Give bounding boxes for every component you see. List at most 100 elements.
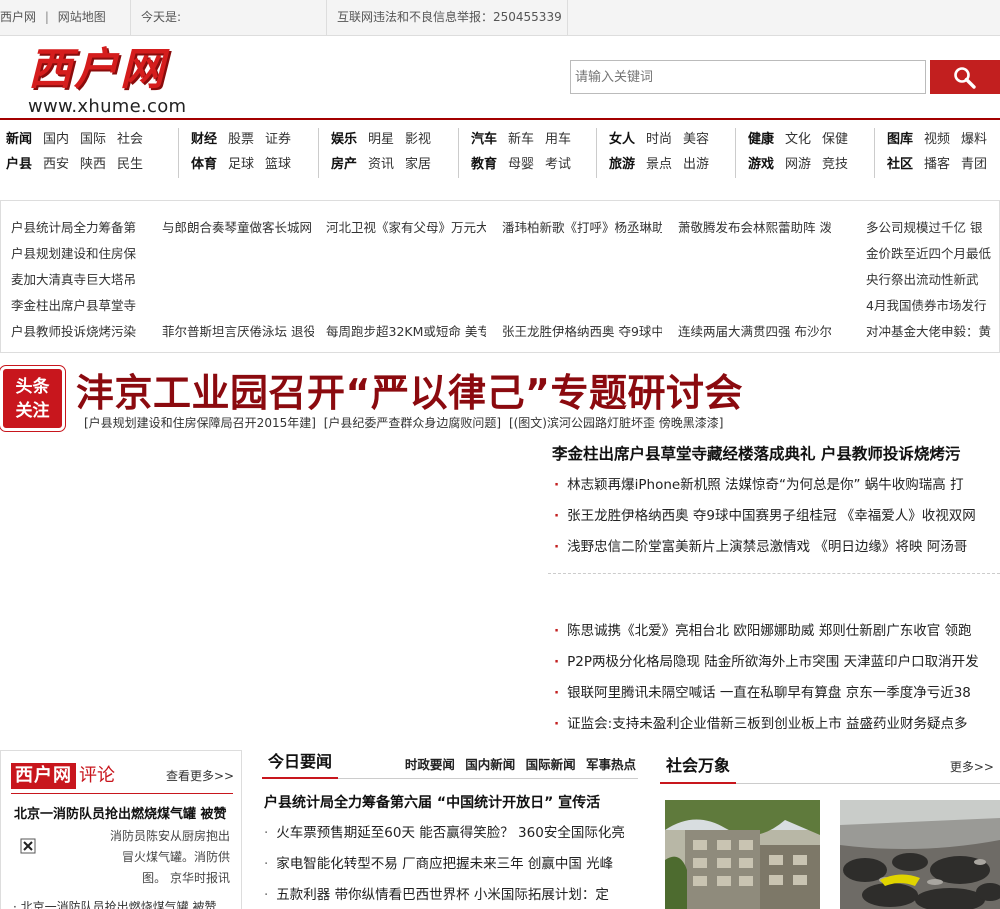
nav-subcategory-link[interactable]: 家居	[405, 153, 431, 177]
nav-subcategory-link[interactable]: 母婴	[508, 153, 534, 177]
nav-subcategory-link[interactable]: 篮球	[265, 153, 291, 177]
nav-subcategory-link[interactable]: 用车	[545, 128, 571, 152]
nav-subcategory-link[interactable]: 文化	[785, 128, 811, 152]
ticker-item[interactable]: 张王龙胜伊格纳西奥 夺9球中	[502, 319, 662, 345]
nav-category-link[interactable]: 体育	[191, 153, 217, 177]
nav-subcategory-link[interactable]: 国内	[43, 128, 69, 152]
site-logo[interactable]: 西户网 www.xhume.com	[28, 46, 188, 118]
broken-image-icon[interactable]	[20, 838, 36, 857]
nav-subcategory-link[interactable]: 时尚	[646, 128, 672, 152]
category-link[interactable]: 时政要闻	[405, 757, 455, 772]
nav-subcategory-link[interactable]: 陕西	[80, 153, 106, 177]
search-input[interactable]	[570, 60, 926, 94]
nav-subcategory-link[interactable]: 考试	[545, 153, 571, 177]
nav-subcategory-link[interactable]: 国际	[80, 128, 106, 152]
news-item[interactable]: 火车票预售期延至60天 能否赢得笑脸？ 360安全国际化亮	[264, 818, 638, 849]
sitemap-link[interactable]: 网站地图	[58, 10, 106, 24]
nav-category-link[interactable]: 健康	[748, 128, 774, 152]
nav-category-link[interactable]: 女人	[609, 128, 635, 152]
nav-subcategory-link[interactable]: 保健	[822, 128, 848, 152]
commentary-list-item[interactable]: · 北京一消防队员抢出燃烧煤气罐 被赞	[13, 898, 233, 909]
ticker-col-3: 河北卫视《家有父母》万元大 每周跑步超32KM或短命 美专	[326, 215, 486, 345]
tab-society[interactable]: 社会万象	[660, 750, 737, 784]
nav-category-link[interactable]: 游戏	[748, 153, 774, 177]
ticker-item[interactable]: 萧敬腾发布会林熙蕾助阵 泼	[678, 215, 831, 241]
ticker-item[interactable]: 麦加大清真寺巨大塔吊	[11, 267, 141, 293]
category-link[interactable]: 国内新闻	[465, 757, 515, 772]
nav-group-4: 汽车 新车 用车 教育 母婴 考试	[458, 128, 582, 178]
nav-category-link[interactable]: 社区	[887, 153, 913, 177]
sublink[interactable]: [户县纪委严查群众身边腐败问题]	[324, 416, 501, 430]
ticker-item[interactable]: 潘玮柏新歌《打呼》杨丞琳助	[502, 215, 662, 241]
nav-row: 教育 母婴 考试	[471, 153, 582, 178]
ticker-item[interactable]: 多公司规模过千亿 银	[866, 215, 991, 241]
nav-category-link[interactable]: 财经	[191, 128, 217, 152]
commentary-more-link[interactable]: 查看更多>>	[166, 767, 234, 784]
ticker-item[interactable]: 户县教师投诉烧烤污染	[11, 319, 141, 345]
ticker-item[interactable]: 连续两届大满贯四强 布沙尔	[678, 319, 831, 345]
nav-subcategory-link[interactable]: 社会	[117, 128, 143, 152]
news-item[interactable]: 浅野忠信二阶堂富美新片上演禁忌激情戏 《明日边缘》将映 阿汤哥	[552, 532, 1000, 563]
ticker-item[interactable]: 每周跑步超32KM或短命 美专	[326, 319, 486, 345]
today-lead-story[interactable]: 户县统计局全力筹备第六届 “中国统计开放日” 宣传活	[264, 792, 600, 812]
ticker-item[interactable]: 4月我国债券市场发行	[866, 293, 991, 319]
nav-subcategory-link[interactable]: 证券	[265, 128, 291, 152]
news-item[interactable]: 银联阿里腾讯未隔空喊话 一直在私聊早有算盘 京东一季度净亏近38	[552, 678, 1000, 709]
nav-subcategory-link[interactable]: 景点	[646, 153, 672, 177]
tab-today-news[interactable]: 今日要闻	[262, 748, 339, 779]
nav-category-link[interactable]: 娱乐	[331, 128, 357, 152]
nav-subcategory-link[interactable]: 出游	[683, 153, 709, 177]
site-home-link[interactable]: 西户网	[0, 10, 36, 24]
nav-subcategory-link[interactable]: 美容	[683, 128, 709, 152]
nav-category-link[interactable]: 房产	[331, 153, 357, 177]
nav-category-link[interactable]: 户县	[6, 153, 32, 177]
category-link[interactable]: 国际新闻	[526, 757, 576, 772]
nav-subcategory-link[interactable]: 网游	[785, 153, 811, 177]
society-photo-building[interactable]	[665, 800, 820, 909]
ticker-item[interactable]: 与郎朗合奏琴童做客长城网	[162, 215, 314, 241]
sublink[interactable]: [(图文)滨河公园路灯脏坏歪 傍晚黑漆漆]	[509, 416, 724, 430]
nav-category-link[interactable]: 汽车	[471, 128, 497, 152]
news-item[interactable]: 五款利器 带你纵情看巴西世界杯 小米国际拓展计划：定	[264, 880, 638, 909]
search-icon	[954, 67, 976, 89]
news-item[interactable]: 证监会:支持未盈利企业借新三板到创业板上市 益盛药业财务疑点多	[552, 709, 1000, 740]
search-button[interactable]	[930, 60, 1000, 94]
sublink[interactable]: [户县规划建设和住房保障局召开2015年建]	[84, 416, 316, 430]
nav-subcategory-link[interactable]: 爆料	[961, 128, 987, 152]
ticker-item[interactable]: 央行祭出流动性新武	[866, 267, 991, 293]
news-item[interactable]: 张王龙胜伊格纳西奥 夺9球中国赛男子组桂冠 《幸福爱人》收视双网	[552, 501, 1000, 532]
nav-subcategory-link[interactable]: 影视	[405, 128, 431, 152]
ticker-item[interactable]: 户县规划建设和住房保	[11, 241, 141, 267]
ticker-item[interactable]: 户县统计局全力筹备第	[11, 215, 141, 241]
nav-subcategory-link[interactable]: 竞技	[822, 153, 848, 177]
ticker-item[interactable]: 对冲基金大佬申毅：黄	[866, 319, 991, 345]
nav-subcategory-link[interactable]: 青团	[961, 153, 987, 177]
nav-category-link[interactable]: 图库	[887, 128, 913, 152]
nav-category-link[interactable]: 旅游	[609, 153, 635, 177]
nav-subcategory-link[interactable]: 视频	[924, 128, 950, 152]
featured-news-title[interactable]: 李金柱出席户县草堂寺藏经楼落成典礼 户县教师投诉烧烤污	[552, 442, 1000, 466]
nav-subcategory-link[interactable]: 西安	[43, 153, 69, 177]
news-item[interactable]: 林志颖再爆iPhone新机照 法媒惊奇“为何总是你” 蜗牛收购瑞高 打	[552, 470, 1000, 501]
ticker-item[interactable]: 菲尔普斯坦言厌倦泳坛 退役	[162, 319, 314, 345]
nav-subcategory-link[interactable]: 资讯	[368, 153, 394, 177]
headline-title[interactable]: 沣京工业园召开“严以律己”专题研讨会	[76, 366, 743, 420]
news-item[interactable]: 家电智能化转型不易 厂商应把握未来三年 创赢中国 光峰	[264, 849, 638, 880]
society-more-link[interactable]: 更多>>	[950, 758, 994, 775]
commentary-title[interactable]: 北京一消防队员抢出燃烧煤气罐 被赞	[14, 803, 234, 822]
ticker-item[interactable]: 李金柱出席户县草堂寺	[11, 293, 141, 319]
ticker-item[interactable]: 河北卫视《家有父母》万元大	[326, 215, 486, 241]
nav-subcategory-link[interactable]: 播客	[924, 153, 950, 177]
nav-subcategory-link[interactable]: 民生	[117, 153, 143, 177]
ticker-item[interactable]: 金价跌至近四个月最低	[866, 241, 991, 267]
nav-category-link[interactable]: 教育	[471, 153, 497, 177]
society-photo-rocks[interactable]	[840, 800, 1000, 909]
nav-subcategory-link[interactable]: 明星	[368, 128, 394, 152]
nav-subcategory-link[interactable]: 足球	[228, 153, 254, 177]
news-item[interactable]: 陈思诚携《北爱》亮相台北 欧阳娜娜助威 郑则仕新剧广东收官 领跑	[552, 616, 1000, 647]
nav-category-link[interactable]: 新闻	[6, 128, 32, 152]
nav-subcategory-link[interactable]: 新车	[508, 128, 534, 152]
news-item[interactable]: P2P两极分化格局隐现 陆金所欲海外上市突围 天津蓝印户口取消开发	[552, 647, 1000, 678]
category-link[interactable]: 军事热点	[586, 757, 636, 772]
nav-subcategory-link[interactable]: 股票	[228, 128, 254, 152]
